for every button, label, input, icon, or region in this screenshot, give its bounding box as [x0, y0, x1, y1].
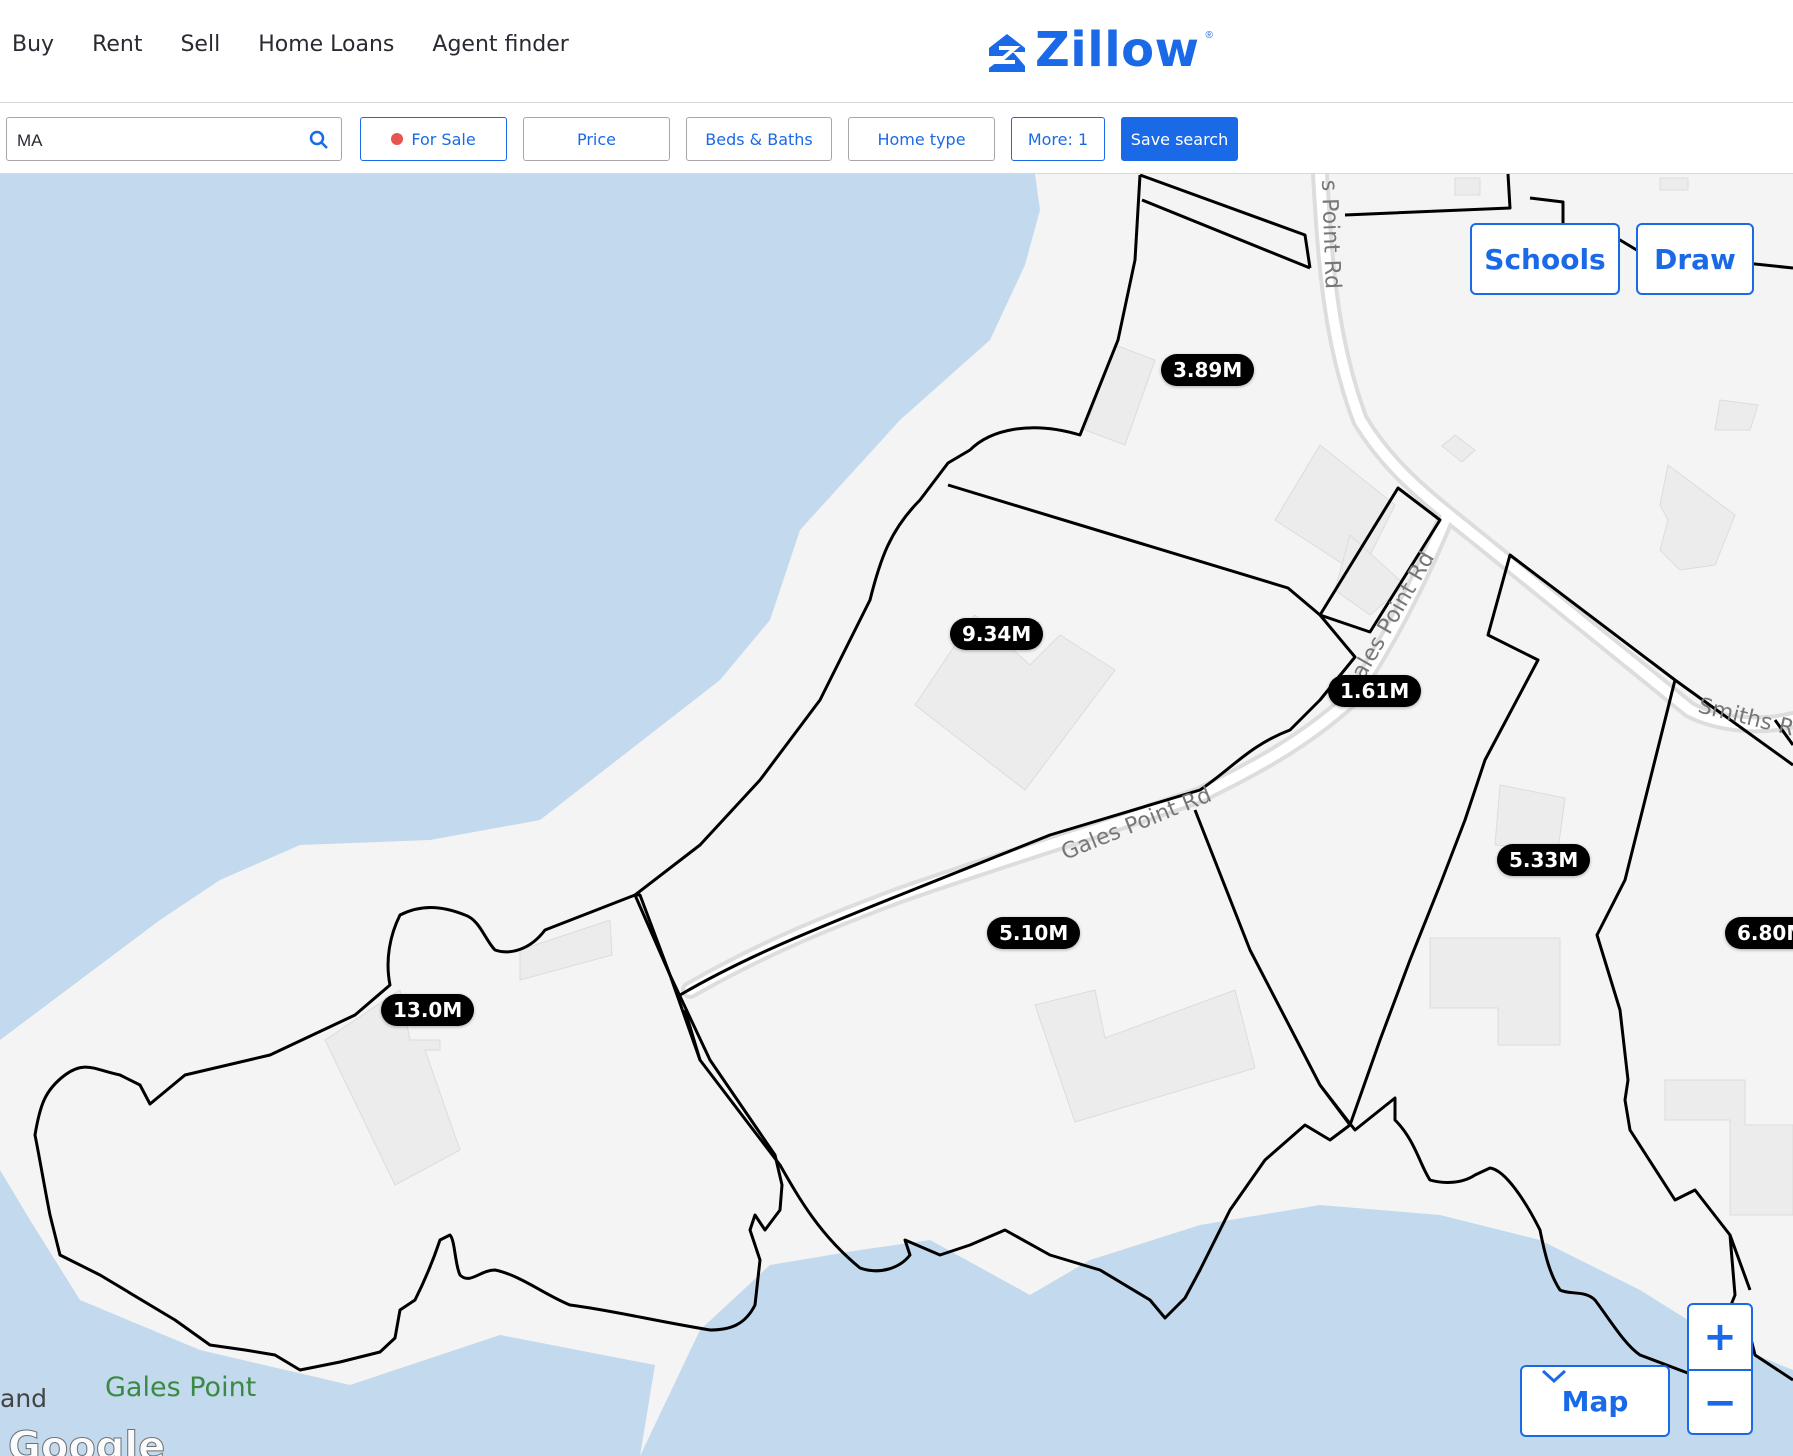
logo-registered-mark: ®: [1205, 30, 1213, 41]
top-nav: Buy Rent Sell Home Loans Agent finder Zi…: [0, 0, 1793, 103]
for-sale-filter-button[interactable]: For Sale: [360, 117, 507, 161]
nav-home-loans[interactable]: Home Loans: [258, 32, 394, 57]
google-attribution-logo: Google: [7, 1424, 166, 1456]
listing-price-marker[interactable]: 9.34M: [950, 618, 1044, 650]
zoom-controls: + −: [1687, 1303, 1753, 1435]
beds-baths-filter-button[interactable]: Beds & Baths: [686, 117, 832, 161]
for-sale-label: For Sale: [411, 129, 476, 149]
place-label-partial: and: [0, 1384, 48, 1413]
listing-price-marker[interactable]: 13.0M: [381, 994, 475, 1026]
listing-price-marker[interactable]: 3.89M: [1161, 354, 1255, 386]
zillow-logo[interactable]: Zillow ®: [985, 22, 1213, 78]
nav-sell[interactable]: Sell: [180, 32, 220, 57]
chevron-down-icon: [1541, 1369, 1567, 1384]
schools-button[interactable]: Schools: [1470, 223, 1620, 295]
save-search-button[interactable]: Save search: [1121, 117, 1238, 161]
more-filter-button[interactable]: More: 1: [1011, 117, 1105, 161]
search-box: [6, 117, 342, 161]
listing-price-marker[interactable]: 6.80M: [1725, 917, 1793, 949]
home-type-filter-button[interactable]: Home type: [848, 117, 995, 161]
listing-price-marker[interactable]: 1.61M: [1328, 675, 1422, 707]
nav-agent-finder[interactable]: Agent finder: [432, 32, 568, 57]
nav-buy[interactable]: Buy: [12, 32, 54, 57]
search-input[interactable]: [15, 128, 299, 154]
map-canvas: s Point Rd Gales Point Rd Gales Point Rd…: [0, 174, 1793, 1456]
map-type-dropdown[interactable]: Map: [1520, 1365, 1670, 1437]
map-view[interactable]: s Point Rd Gales Point Rd Gales Point Rd…: [0, 174, 1793, 1456]
for-sale-dot-icon: [391, 133, 404, 145]
filter-bar: For Sale Price Beds & Baths Home type Mo…: [0, 103, 1793, 174]
draw-button[interactable]: Draw: [1636, 223, 1754, 295]
zoom-out-button[interactable]: −: [1689, 1371, 1751, 1435]
road-label-s-point-rd: s Point Rd: [1316, 179, 1345, 289]
nav-links: Buy Rent Sell Home Loans Agent finder: [12, 32, 607, 57]
zillow-logo-icon: [989, 34, 1025, 72]
price-filter-button[interactable]: Price: [523, 117, 670, 161]
nav-rent[interactable]: Rent: [92, 32, 142, 57]
place-label-gales-point: Gales Point: [105, 1372, 257, 1403]
zoom-in-button[interactable]: +: [1689, 1305, 1751, 1369]
listing-price-marker[interactable]: 5.10M: [987, 917, 1081, 949]
listing-price-marker[interactable]: 5.33M: [1497, 844, 1591, 876]
map-type-label: Map: [1561, 1384, 1629, 1418]
logo-wordmark: Zillow: [1035, 22, 1200, 78]
search-icon[interactable]: [309, 130, 329, 150]
